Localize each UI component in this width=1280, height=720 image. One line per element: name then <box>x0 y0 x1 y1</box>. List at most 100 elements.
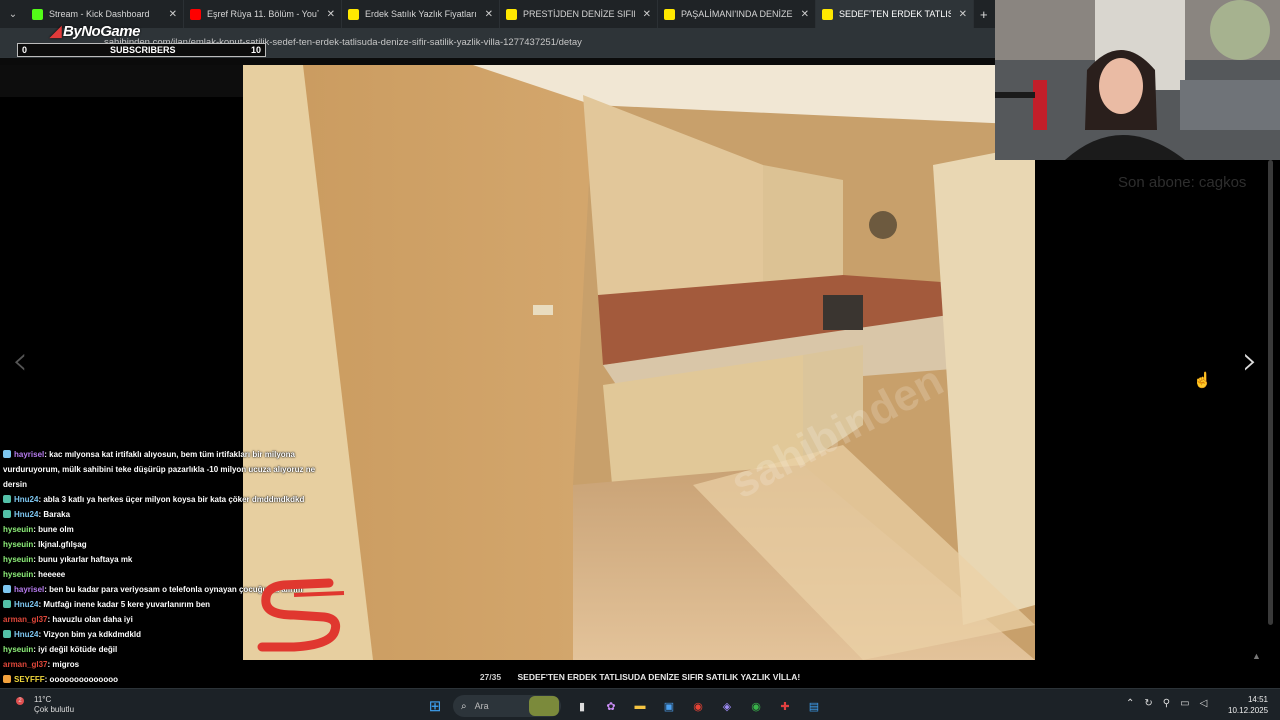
tray-sync-icon[interactable]: ↻ <box>1144 698 1152 709</box>
weather-temp: 11°C <box>34 695 52 704</box>
app-purple-icon[interactable]: ◈ <box>716 696 738 716</box>
chat-badge-icon <box>3 510 11 518</box>
chat-text: : Vizyon bim ya kdkdmdkld <box>38 630 141 639</box>
chat-badge-icon <box>3 495 11 503</box>
next-photo-arrow-icon[interactable]: › <box>1242 338 1258 384</box>
kick-icon <box>32 8 43 20</box>
sahibinden-icon <box>822 8 833 20</box>
tab-title: Eşref Rüya 11. Bölüm - YouTube <box>206 9 319 19</box>
close-tab-icon[interactable]: ✕ <box>327 9 335 20</box>
subs-min: 0 <box>22 45 28 55</box>
hand-cursor-icon: ☝ <box>1193 372 1212 389</box>
taskbar-search[interactable]: ⌕ Ara <box>453 695 561 717</box>
close-tab-icon[interactable]: ✕ <box>169 9 177 20</box>
windows-taskbar: 2 11°C Çok bulutlu ⊞ ⌕ Ara ▮ ✿ ▬ ▣ ◉ ◈ ◉… <box>0 688 1280 720</box>
tab-search-chevron-icon[interactable]: ⌄ <box>0 0 26 28</box>
chat-username[interactable]: arman_gl37 <box>3 615 47 624</box>
close-tab-icon[interactable]: ✕ <box>643 9 651 20</box>
store-icon[interactable]: ▣ <box>658 696 680 716</box>
sahibinden-icon <box>506 8 517 20</box>
chat-text: : bune olm <box>33 525 74 534</box>
page-scrollbar[interactable] <box>1268 160 1273 625</box>
chat-username[interactable]: hyseuin <box>3 525 33 534</box>
chat-message: hyseuin: bunu yıkarlar haftaya mk <box>3 552 323 567</box>
weather-alert-icon: 2 <box>16 697 24 705</box>
chat-username[interactable]: Hnu24 <box>14 495 38 504</box>
microphone-icon[interactable]: ⚲ <box>1163 698 1170 709</box>
chrome-active-icon[interactable]: ◉ <box>745 696 767 716</box>
subscriber-goal-bar: 0 SUBSCRIBERS 10 <box>17 43 266 57</box>
network-icon[interactable]: ▭ <box>1180 698 1189 709</box>
weather-widget[interactable]: 2 11°C Çok bulutlu <box>16 695 75 715</box>
chat-username[interactable]: Hnu24 <box>14 600 38 609</box>
system-clock[interactable]: 14:51 10.12.2025 <box>1228 694 1268 716</box>
windows-start-icon[interactable]: ⊞ <box>424 696 446 716</box>
chat-message: hyseuin: lkjnal.gfılşag <box>3 537 323 552</box>
chat-username[interactable]: Hnu24 <box>14 510 38 519</box>
close-tab-icon[interactable]: ✕ <box>959 9 967 20</box>
chat-username[interactable]: hayrisel <box>14 585 44 594</box>
gallery-photo[interactable]: sahibinden <box>243 65 1035 660</box>
chat-badge-icon <box>3 675 11 683</box>
chat-message: hayrisel: kac mılyonsa kat irtifaklı alı… <box>3 447 323 492</box>
tab-title: PRESTİJDEN DENİZE SIFIR KEN <box>522 9 635 19</box>
volume-icon[interactable]: ◁ <box>1200 698 1208 709</box>
chat-username[interactable]: hayrisel <box>14 450 44 459</box>
chat-text: : iyi değil kötüde değil <box>33 645 118 654</box>
left-dark-strip <box>0 65 243 97</box>
chat-text: : Mutfağı inene kadar 5 kere yuvarlanırı… <box>38 600 211 609</box>
browser-tab[interactable]: PRESTİJDEN DENİZE SIFIR KEN ✕ <box>500 0 658 28</box>
browser-tab[interactable]: Erdek Satılık Yazlık Fiyatları sahi ✕ <box>342 0 500 28</box>
file-explorer-icon[interactable]: ▬ <box>629 696 651 716</box>
copilot-icon[interactable]: ✿ <box>600 696 622 716</box>
chat-badge-icon <box>3 600 11 608</box>
photo-counter: 27/35 <box>479 672 502 682</box>
chat-message: Hnu24: abla 3 katlı ya herkes üçer milyo… <box>3 492 323 507</box>
close-tab-icon[interactable]: ✕ <box>485 9 493 20</box>
search-highlight-icon <box>529 696 559 716</box>
chat-text: : oooooooooooooo <box>44 675 118 684</box>
chat-username[interactable]: Hnu24 <box>14 630 38 639</box>
chat-username[interactable]: hyseuin <box>3 570 33 579</box>
chat-text: : havuzlu olan daha iyi <box>47 615 133 624</box>
chat-message: hyseuin: bune olm <box>3 522 323 537</box>
browser-tab[interactable]: PAŞALİMANI'INDA DENİZE SIFIR ✕ <box>658 0 816 28</box>
chat-username[interactable]: arman_gl37 <box>3 660 47 669</box>
chat-message: arman_gl37: migros <box>3 657 323 672</box>
browser-tab[interactable]: Eşref Rüya 11. Bölüm - YouTube ✕ <box>184 0 342 28</box>
listing-title: SEDEF'TEN ERDEK TATLISUDA DENİZE SIFIR S… <box>517 672 801 682</box>
previous-photo-arrow-icon[interactable]: ‹ <box>12 338 28 384</box>
sahibinden-icon <box>664 8 675 20</box>
scroll-up-icon[interactable]: ▲ <box>1252 651 1261 661</box>
chat-username[interactable]: hyseuin <box>3 645 33 654</box>
tab-title: PAŞALİMANI'INDA DENİZE SIFIR <box>680 9 793 19</box>
weather-desc: Çok bulutlu <box>34 705 75 714</box>
chat-badge-icon <box>3 585 11 593</box>
clock-date: 10.12.2025 <box>1228 706 1269 715</box>
tab-title: SEDEF'TEN ERDEK TATLISUDA <box>838 9 951 19</box>
browser-tab[interactable]: SEDEF'TEN ERDEK TATLISUDA ✕ <box>816 0 974 28</box>
chat-badge-icon <box>3 450 11 458</box>
close-tab-icon[interactable]: ✕ <box>801 9 809 20</box>
new-tab-button[interactable]: + <box>974 7 994 22</box>
chat-text: : migros <box>47 660 80 669</box>
task-view-icon[interactable]: ▮ <box>571 696 593 716</box>
chat-text: : kac mılyonsa kat irtifaklı alıyosun, b… <box>3 450 316 489</box>
app-red-icon[interactable]: ✚ <box>774 696 796 716</box>
search-placeholder: Ara <box>474 701 489 711</box>
chat-username[interactable]: hyseuin <box>3 540 33 549</box>
last-subscriber-text: Son abone: cagkos <box>1118 174 1247 191</box>
webcam-illustration <box>995 0 1280 160</box>
chrome-icon[interactable]: ◉ <box>687 696 709 716</box>
chat-text: : bunu yıkarlar haftaya mk <box>33 555 133 564</box>
chat-username[interactable]: SEYFFF <box>14 675 45 684</box>
search-icon: ⌕ <box>461 700 467 712</box>
tray-overflow-icon[interactable]: ⌃ <box>1126 698 1134 709</box>
subs-max: 10 <box>250 45 261 55</box>
chat-text: : Baraka <box>38 510 71 519</box>
chat-text: : heeeee <box>33 570 66 579</box>
chat-text: : lkjnal.gfılşag <box>33 540 87 549</box>
app-blue-icon[interactable]: ▤ <box>803 696 825 716</box>
subs-label: SUBSCRIBERS <box>110 45 176 55</box>
chat-username[interactable]: hyseuin <box>3 555 33 564</box>
